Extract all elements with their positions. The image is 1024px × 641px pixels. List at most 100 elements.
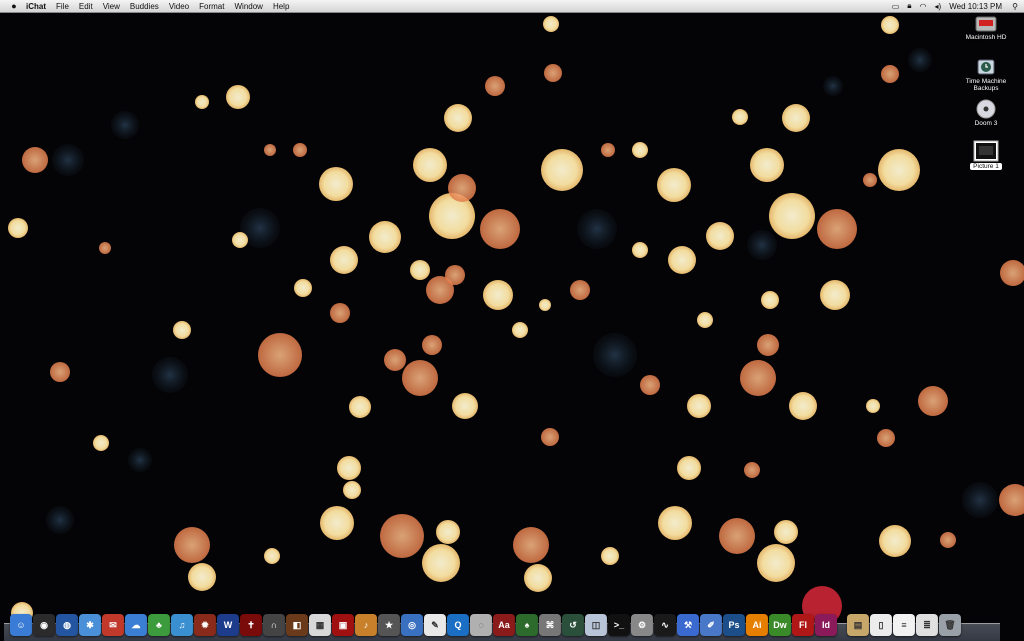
apple-menu-icon[interactable]: ● <box>7 1 21 11</box>
bokeh-light <box>173 321 191 339</box>
menu-help[interactable]: Help <box>268 2 294 11</box>
bokeh-light <box>541 428 559 446</box>
itunes-icon[interactable]: ♫ <box>171 614 193 636</box>
bokeh-light <box>380 514 424 558</box>
dashboard-icon[interactable]: ◉ <box>33 614 55 636</box>
bokeh-light <box>632 142 648 158</box>
bokeh-light <box>908 48 932 72</box>
menu-view[interactable]: View <box>98 2 125 11</box>
volume-icon[interactable]: ◂) <box>931 2 946 11</box>
bokeh-light <box>539 299 551 311</box>
disc-utility-icon[interactable]: ◌ <box>470 614 492 636</box>
safari-icon[interactable]: ✱ <box>79 614 101 636</box>
menu-clock[interactable]: Wed 10:13 PM <box>945 2 1006 11</box>
bokeh-light <box>820 280 850 310</box>
bokeh-light <box>601 143 615 157</box>
bokeh-light <box>422 335 442 355</box>
tree-icon[interactable]: ♠ <box>516 614 538 636</box>
desktop-wallpaper <box>0 0 1024 640</box>
bokeh-light <box>601 547 619 565</box>
menu-window[interactable]: Window <box>229 2 267 11</box>
illustrator-icon[interactable]: Ai <box>746 614 768 636</box>
bokeh-light <box>452 393 478 419</box>
bokeh-light <box>349 396 371 418</box>
dreamweaver-icon[interactable]: Dw <box>769 614 791 636</box>
bokeh-light <box>632 242 648 258</box>
desktop-icon-time-machine-backups[interactable]: Time Machine Backups <box>958 57 1014 92</box>
bokeh-light <box>413 148 447 182</box>
burn-icon[interactable]: ✹ <box>194 614 216 636</box>
time-machine-dock-icon[interactable]: ↺ <box>562 614 584 636</box>
bokeh-light <box>152 357 188 393</box>
cross-icon[interactable]: ✝ <box>240 614 262 636</box>
menu-edit[interactable]: Edit <box>74 2 98 11</box>
bokeh-light <box>877 429 895 447</box>
bokeh-light <box>445 265 465 285</box>
menu-file[interactable]: File <box>51 2 74 11</box>
bokeh-light <box>448 174 476 202</box>
headphones-icon[interactable]: ∩ <box>263 614 285 636</box>
folder-stack-icon[interactable]: ▤ <box>847 614 869 636</box>
adium-icon[interactable]: ♣ <box>148 614 170 636</box>
bokeh-light <box>174 527 210 563</box>
bokeh-light <box>444 104 472 132</box>
wifi-icon[interactable]: ◠ <box>916 2 931 11</box>
iphoto-icon[interactable]: ▦ <box>309 614 331 636</box>
bokeh-light <box>99 242 111 254</box>
bokeh-light <box>769 193 815 239</box>
indesign-icon[interactable]: Id <box>815 614 837 636</box>
flash-icon[interactable]: Fl <box>792 614 814 636</box>
document-icon[interactable]: ▯ <box>870 614 892 636</box>
hard-drive-icon <box>975 16 997 32</box>
desktop-icon-doom-3[interactable]: Doom 3 <box>958 99 1014 127</box>
desktop-icon-macintosh-hd[interactable]: Macintosh HD <box>958 15 1014 41</box>
preview-icon[interactable]: ◫ <box>585 614 607 636</box>
bokeh-light <box>570 280 590 300</box>
activity-monitor-icon[interactable]: ∿ <box>654 614 676 636</box>
quicktime-icon[interactable]: Q <box>447 614 469 636</box>
bokeh-light <box>226 85 250 109</box>
bokeh-light <box>422 544 460 582</box>
menu-video[interactable]: Video <box>164 2 194 11</box>
spotlight-icon[interactable]: ⚲ <box>1006 2 1024 11</box>
menu-app-name[interactable]: iChat <box>21 2 51 11</box>
desktop-icon-label: Doom 3 <box>974 120 998 127</box>
bokeh-light <box>782 104 810 132</box>
photo-booth-icon[interactable]: ◧ <box>286 614 308 636</box>
textedit-icon[interactable]: ✎ <box>424 614 446 636</box>
ichat-icon[interactable]: ☁ <box>125 614 147 636</box>
idvd-icon[interactable]: ◎ <box>401 614 423 636</box>
garageband-icon[interactable]: ♪ <box>355 614 377 636</box>
trash-icon[interactable]: 🗑 <box>939 614 961 636</box>
bokeh-light <box>761 291 779 309</box>
menu-format[interactable]: Format <box>194 2 229 11</box>
menu-buddies[interactable]: Buddies <box>125 2 164 11</box>
dictionary-icon[interactable]: Aa <box>493 614 515 636</box>
imovie-icon[interactable]: ★ <box>378 614 400 636</box>
photo-app-icon[interactable]: ▣ <box>332 614 354 636</box>
system-prefs-icon[interactable]: ⚙ <box>631 614 653 636</box>
photoshop-icon[interactable]: Ps <box>723 614 745 636</box>
pages-document-icon[interactable]: ≣ <box>916 614 938 636</box>
text-document-icon[interactable]: ≡ <box>893 614 915 636</box>
bokeh-light <box>330 303 350 323</box>
xcode-icon[interactable]: ⚒ <box>677 614 699 636</box>
desktop-icon-picture-1[interactable]: Picture 1 <box>958 140 1014 170</box>
desktop-icon-label: Time Machine Backups <box>965 78 1007 92</box>
keyboard-icon[interactable]: ▭ <box>888 2 904 11</box>
terminal-icon[interactable]: >_ <box>608 614 630 636</box>
google-earth-icon[interactable]: ◍ <box>56 614 78 636</box>
bokeh-light <box>866 399 880 413</box>
finder-icon[interactable]: ☺ <box>10 614 32 636</box>
warcraft-icon[interactable]: W <box>217 614 239 636</box>
script-icon[interactable]: ⌘ <box>539 614 561 636</box>
desktop-icon-label: Picture 1 <box>970 163 1002 170</box>
lock-icon[interactable]: 🔒︎ <box>903 1 915 11</box>
mail-icon[interactable]: ✉ <box>102 614 124 636</box>
disc-icon <box>976 99 996 119</box>
bokeh-light <box>294 279 312 297</box>
bokeh-light <box>485 76 505 96</box>
bokeh-light <box>658 506 692 540</box>
bokeh-light <box>878 149 920 191</box>
interface-builder-icon[interactable]: ✐ <box>700 614 722 636</box>
